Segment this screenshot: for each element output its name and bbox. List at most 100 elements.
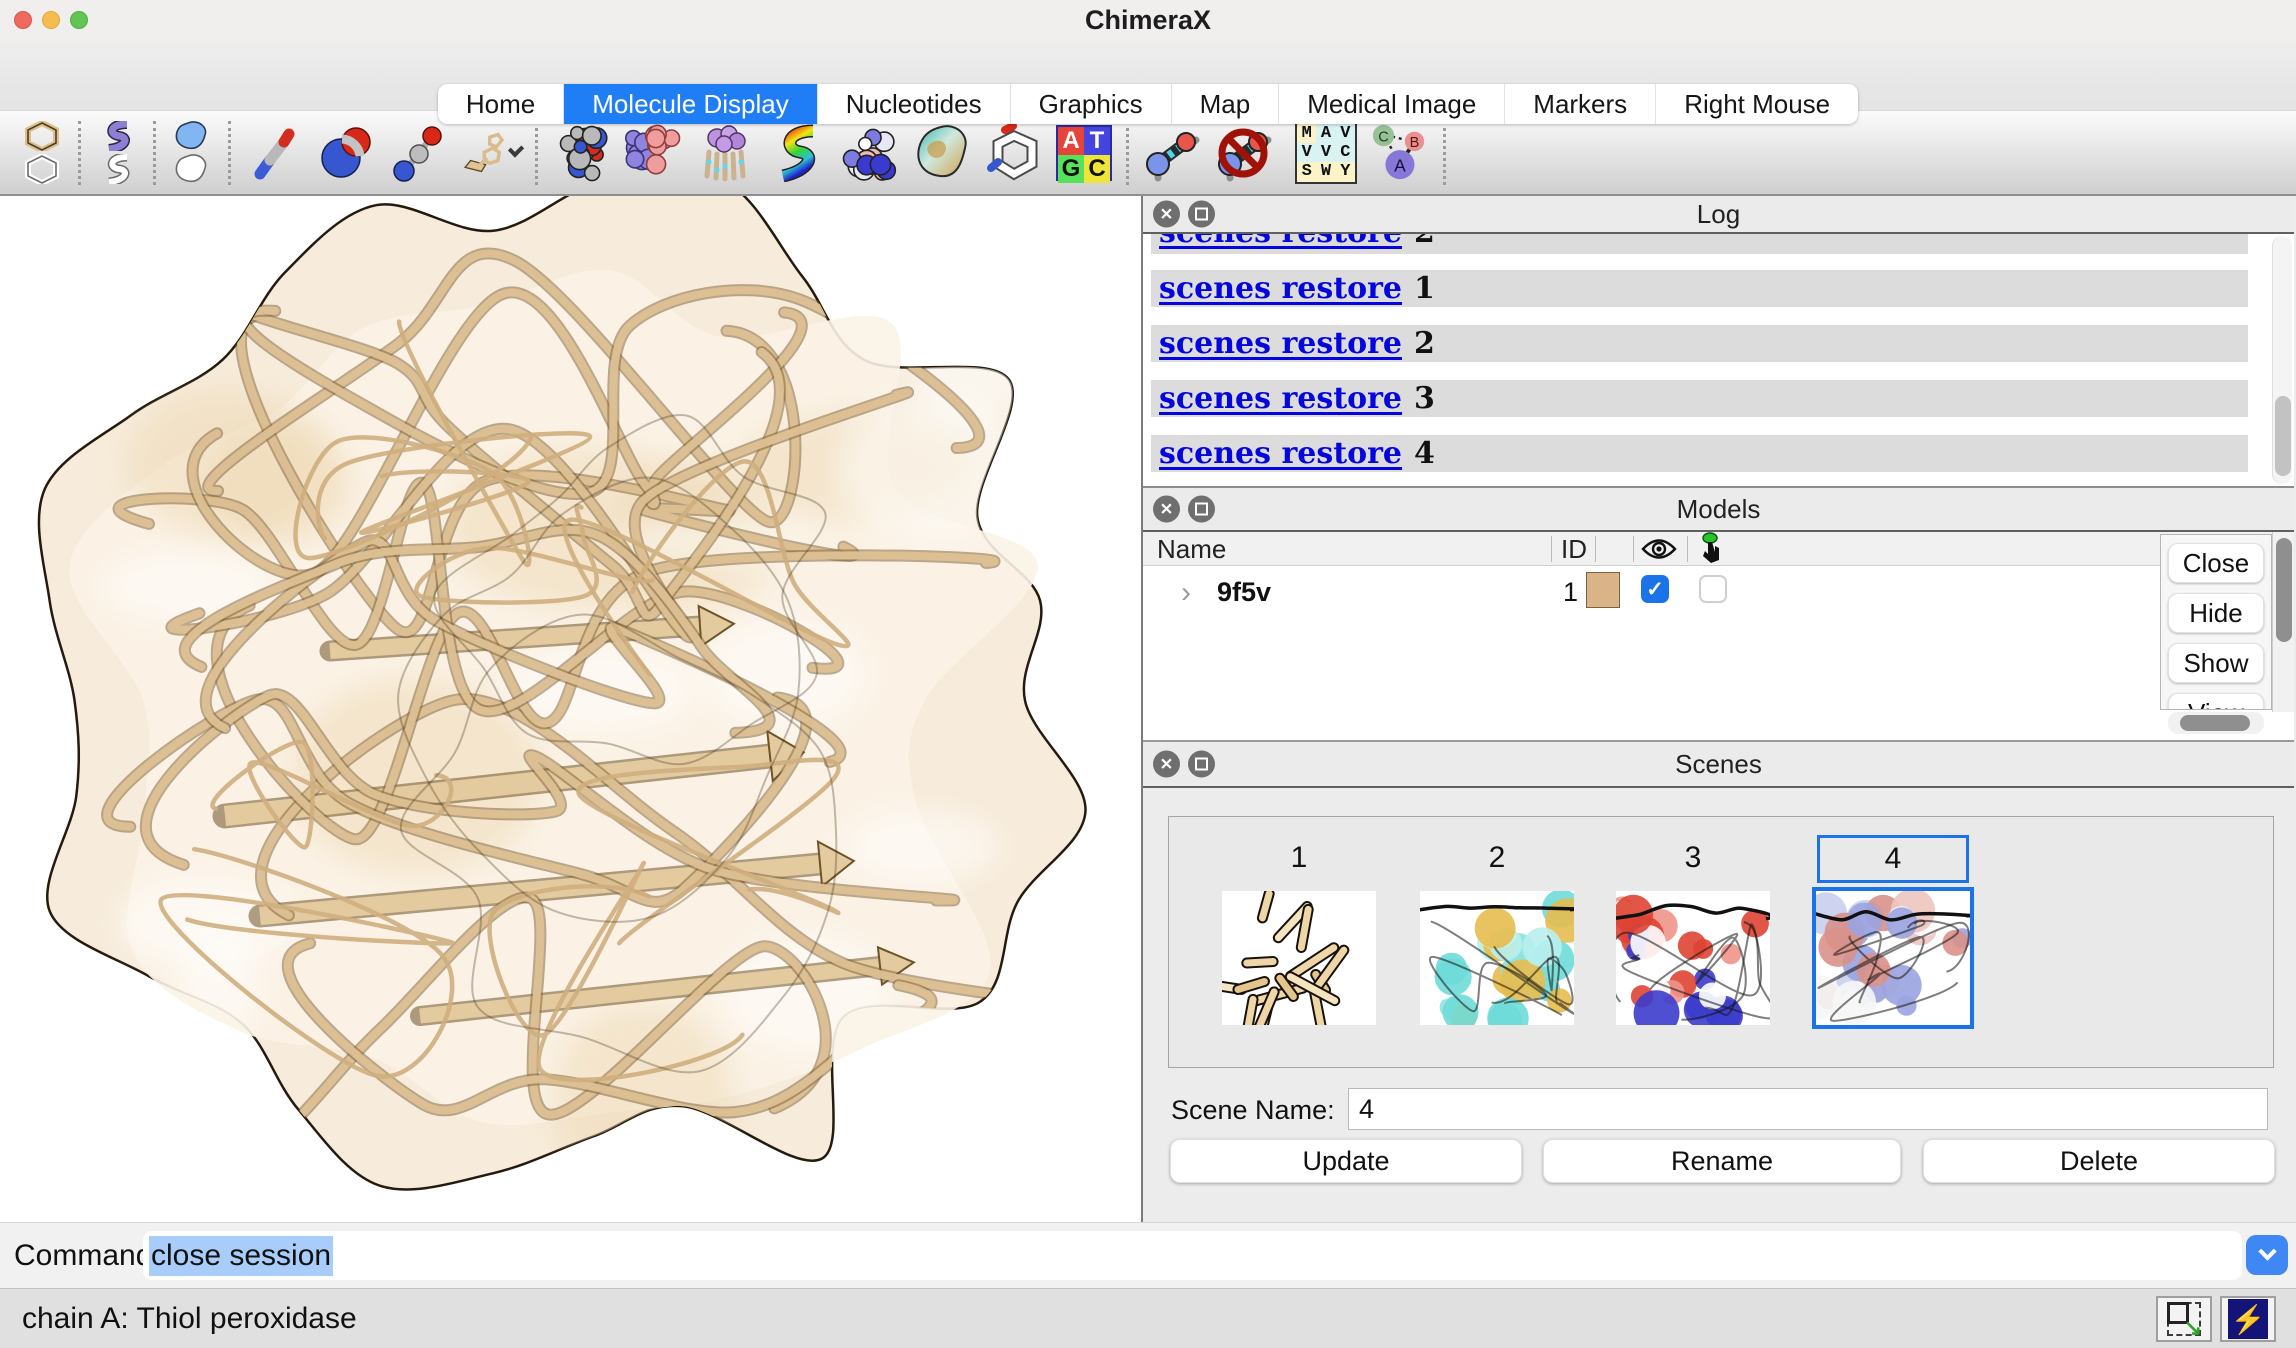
model-id: 1: [1563, 577, 1578, 608]
model-row-9f5v[interactable]: › 9f5v 1 ✓: [1143, 572, 2294, 616]
chain-interfaces-icon[interactable]: C B A: [1369, 121, 1429, 185]
toolbar-divider: [153, 121, 156, 185]
hide-cartoons-icon[interactable]: [95, 154, 139, 185]
log-link[interactable]: scenes restore: [1159, 381, 1402, 416]
scene-delete-button[interactable]: Delete: [1923, 1139, 2275, 1183]
right-panel: ✕ Log scenes restore2 scenes restore1 sc…: [1143, 196, 2294, 1222]
scenes-close-icon[interactable]: ✕: [1153, 751, 1180, 778]
minimize-window-button[interactable]: [42, 11, 60, 29]
svg-text:B: B: [1410, 135, 1420, 151]
toolbar-divider: [228, 121, 231, 185]
log-scrollbar[interactable]: [2272, 236, 2292, 484]
scene-name-input[interactable]: [1348, 1088, 2268, 1130]
clear-color-icon[interactable]: [984, 121, 1044, 185]
model-displayed-checkbox[interactable]: ✓: [1641, 575, 1669, 603]
log-undock-icon[interactable]: [1188, 201, 1215, 228]
log-link[interactable]: scenes restore: [1159, 271, 1402, 306]
hide-surfaces-icon[interactable]: [170, 154, 214, 185]
tab-medical-image[interactable]: Medical Image: [1278, 84, 1504, 124]
toolbar-divider: [78, 121, 81, 185]
tab-map[interactable]: Map: [1171, 84, 1279, 124]
tab-row: Home Molecule Display Nucleotides Graphi…: [0, 40, 2296, 110]
ball-and-stick-style-icon[interactable]: [389, 121, 449, 185]
log-body: scenes restore2 scenes restore1 scenes r…: [1143, 234, 2294, 488]
log-panel-header: ✕ Log: [1143, 196, 2294, 234]
sphere-style-icon[interactable]: [317, 121, 377, 185]
scene-rename-button[interactable]: Rename: [1543, 1139, 1901, 1183]
model-color-swatch[interactable]: [1586, 572, 1620, 608]
graphics-viewport[interactable]: [0, 196, 1143, 1222]
tab-markers[interactable]: Markers: [1504, 84, 1655, 124]
log-link[interactable]: scenes restore: [1159, 326, 1402, 361]
scenes-undock-icon[interactable]: [1188, 751, 1215, 778]
color-heteroatom-icon[interactable]: [552, 121, 612, 185]
scene-label: 2: [1397, 841, 1597, 875]
command-history-dropdown-button[interactable]: [2246, 1235, 2288, 1275]
models-panel-title: Models: [1677, 494, 1761, 525]
selection-mode-icon: ↘: [2167, 1302, 2201, 1336]
log-link[interactable]: scenes restore: [1159, 234, 1402, 250]
scene-item-3[interactable]: 3: [1593, 817, 1793, 1067]
scenes-body: 1 2 3 4 Scene Name: Update Rena: [1143, 788, 2294, 1222]
command-bar: Command: close session: [0, 1222, 2296, 1288]
models-actions-panel: Close Hide Show View: [2160, 534, 2272, 710]
seq-letter: V: [1297, 143, 1316, 162]
command-input[interactable]: close session: [143, 1231, 2242, 1280]
close-window-button[interactable]: [14, 11, 32, 29]
show-cartoons-icon[interactable]: [95, 121, 139, 152]
nucleotides-display-icon[interactable]: [461, 121, 521, 185]
models-close-icon[interactable]: ✕: [1153, 496, 1180, 523]
stick-style-icon[interactable]: [245, 121, 305, 185]
protein-model-9f5v[interactable]: [0, 196, 1143, 1222]
fast-mode-button[interactable]: ⚡: [2220, 1296, 2276, 1342]
hide-hydrogen-bonds-icon[interactable]: [1215, 121, 1275, 185]
models-scrollbar[interactable]: [2272, 532, 2294, 712]
models-panel-header: ✕ Models: [1143, 488, 2294, 532]
models-view-button[interactable]: View: [2168, 693, 2264, 710]
log-link[interactable]: scenes restore: [1159, 436, 1402, 471]
models-horizontal-scrollbar[interactable]: [2168, 712, 2264, 734]
scene-thumbnail-1[interactable]: [1222, 891, 1376, 1025]
scenes-panel-header: ✕ Scenes: [1143, 742, 2294, 788]
models-undock-icon[interactable]: [1188, 496, 1215, 523]
models-close-button[interactable]: Close: [2168, 543, 2264, 583]
disclosure-chevron-icon[interactable]: ›: [1181, 576, 1191, 610]
color-by-chain-icon[interactable]: [624, 121, 684, 185]
hide-atoms-icon[interactable]: [20, 154, 64, 185]
status-bar: chain A: Thiol peroxidase ↘ ⚡: [0, 1288, 2296, 1348]
show-hydrogen-bonds-icon[interactable]: [1143, 121, 1203, 185]
log-close-icon[interactable]: ✕: [1153, 201, 1180, 228]
models-show-button[interactable]: Show: [2168, 643, 2264, 683]
log-entry: scenes restore4: [1151, 435, 2248, 472]
tab-nucleotides[interactable]: Nucleotides: [817, 84, 1010, 124]
tab-graphics[interactable]: Graphics: [1010, 84, 1171, 124]
scene-item-2[interactable]: 2: [1397, 817, 1597, 1067]
nucleotide-colors-icon[interactable]: A T G C: [1056, 125, 1112, 181]
tab-home[interactable]: Home: [438, 84, 563, 124]
color-electrostatic-icon[interactable]: [840, 121, 900, 185]
color-hydrophobicity-icon[interactable]: [912, 121, 972, 185]
log-entry: scenes restore2: [1151, 234, 2248, 254]
show-surfaces-icon[interactable]: [170, 121, 214, 152]
scene-item-1[interactable]: 1: [1199, 817, 1399, 1067]
eye-icon: [1641, 536, 1677, 569]
color-by-polymer-icon[interactable]: [696, 121, 756, 185]
scene-thumbnail-4[interactable]: [1816, 891, 1970, 1025]
show-atoms-icon[interactable]: [20, 121, 64, 152]
tab-molecule-display[interactable]: Molecule Display: [563, 84, 817, 124]
model-selected-checkbox[interactable]: [1699, 575, 1727, 603]
zoom-window-button[interactable]: [70, 11, 88, 29]
rainbow-icon[interactable]: [768, 121, 828, 185]
models-hide-button[interactable]: Hide: [2168, 593, 2264, 633]
log-entry: scenes restore3: [1151, 380, 2248, 417]
scene-thumbnail-3[interactable]: [1616, 891, 1770, 1025]
nucleotides-dropdown-chevron[interactable]: [508, 141, 524, 157]
status-text: chain A: Thiol peroxidase: [22, 1302, 357, 1336]
scene-item-4-selected[interactable]: 4: [1793, 817, 1993, 1067]
selection-mode-button[interactable]: ↘: [2156, 1296, 2212, 1342]
sequence-viewer-icon[interactable]: MAV VVC SWY: [1295, 122, 1357, 184]
tab-right-mouse[interactable]: Right Mouse: [1655, 84, 1858, 124]
scene-update-button[interactable]: Update: [1170, 1139, 1522, 1183]
scene-thumbnail-2[interactable]: [1420, 891, 1574, 1025]
select-hand-icon: [1697, 532, 1727, 571]
